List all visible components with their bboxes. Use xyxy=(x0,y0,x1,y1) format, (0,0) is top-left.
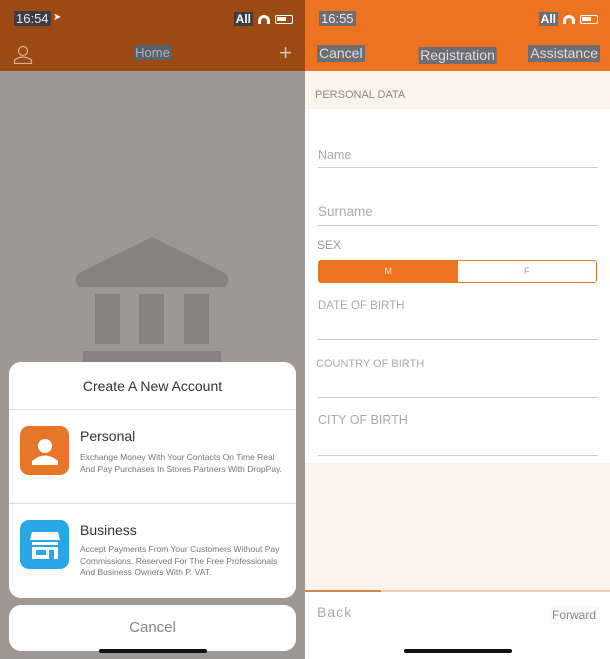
cancel-button[interactable]: Cancel xyxy=(9,605,296,651)
status-bar: 16:54 ➤ All xyxy=(0,0,305,36)
date-of-birth-field[interactable]: DATE OF BIRTH xyxy=(318,296,598,340)
registration-form: Name Surname SEX M F DATE OF BIRTH COUNT… xyxy=(305,109,610,501)
surname-field[interactable]: Surname xyxy=(318,203,598,226)
battery-icon xyxy=(580,14,598,24)
date-of-birth-underline xyxy=(318,339,598,340)
location-arrow-icon: ➤ xyxy=(53,12,62,23)
top-bar: 16:54 ➤ All Home + xyxy=(0,0,305,71)
surname-underline xyxy=(318,225,598,226)
sheet-title: Create A New Account xyxy=(9,362,296,410)
option-description: Accept Payments From Your Customers With… xyxy=(80,544,280,577)
create-account-sheet: Create A New Account Personal Exchange M… xyxy=(9,362,296,598)
home-indicator xyxy=(403,649,512,653)
status-indicators: All xyxy=(538,12,598,26)
sex-segmented-control: M F xyxy=(318,260,597,283)
nav-bar: Home + xyxy=(0,36,305,71)
add-icon[interactable]: + xyxy=(279,42,292,64)
home-screen: 16:54 ➤ All Home + Create A New Account … xyxy=(0,0,305,659)
progress-bar xyxy=(305,590,610,592)
top-bar: 16:55 All Cancel Registration Assistance xyxy=(305,0,610,71)
wifi-icon xyxy=(258,14,270,24)
network-label: All xyxy=(538,12,558,26)
battery-icon xyxy=(275,14,293,24)
forward-button[interactable]: Forward xyxy=(549,606,598,624)
status-indicators: All xyxy=(233,12,293,26)
sex-option-m[interactable]: M xyxy=(319,261,458,282)
city-of-birth-underline xyxy=(318,455,598,456)
wifi-icon xyxy=(563,14,575,24)
option-title: Business xyxy=(80,522,137,538)
person-icon xyxy=(20,426,69,475)
registration-screen: 16:55 All Cancel Registration Assistance… xyxy=(305,0,610,659)
personal-account-option[interactable]: Personal Exchange Money With Your Contac… xyxy=(9,410,296,504)
country-of-birth-label: COUNTRY OF BIRTH xyxy=(316,358,425,370)
name-field[interactable]: Name xyxy=(318,146,598,168)
status-bar: 16:55 All xyxy=(305,0,610,36)
section-header: PERSONAL DATA xyxy=(305,71,610,109)
city-of-birth-label: CITY OF BIRTH xyxy=(318,413,408,427)
date-of-birth-label: DATE OF BIRTH xyxy=(318,300,405,312)
country-of-birth-field[interactable]: COUNTRY OF BIRTH xyxy=(316,354,598,398)
option-description: Exchange Money With Your Contacts On Tim… xyxy=(80,452,283,474)
assistance-button[interactable]: Assistance xyxy=(528,45,600,62)
business-account-option[interactable]: Business Accept Payments From Your Custo… xyxy=(9,504,296,598)
page-title: Registration xyxy=(418,47,497,64)
store-icon xyxy=(20,520,69,569)
country-of-birth-underline xyxy=(318,397,598,398)
status-time: 16:54 xyxy=(14,11,51,26)
sex-label: SEX xyxy=(317,238,342,252)
back-button[interactable]: Back xyxy=(317,604,352,620)
name-underline xyxy=(318,167,598,168)
form-footer-background xyxy=(305,463,610,590)
cancel-button[interactable]: Cancel xyxy=(317,45,365,62)
surname-placeholder: Surname xyxy=(318,204,373,219)
sex-option-f[interactable]: F xyxy=(457,261,596,282)
page-title: Home xyxy=(133,45,172,60)
bank-icon xyxy=(76,237,228,363)
name-placeholder: Name xyxy=(318,148,352,162)
status-time: 16:55 xyxy=(319,11,356,26)
option-title: Personal xyxy=(80,428,136,444)
profile-icon[interactable] xyxy=(13,44,33,64)
city-of-birth-field[interactable]: CITY OF BIRTH xyxy=(318,411,598,456)
progress-fill xyxy=(305,590,382,592)
home-indicator xyxy=(98,649,207,653)
network-label: All xyxy=(233,12,253,26)
